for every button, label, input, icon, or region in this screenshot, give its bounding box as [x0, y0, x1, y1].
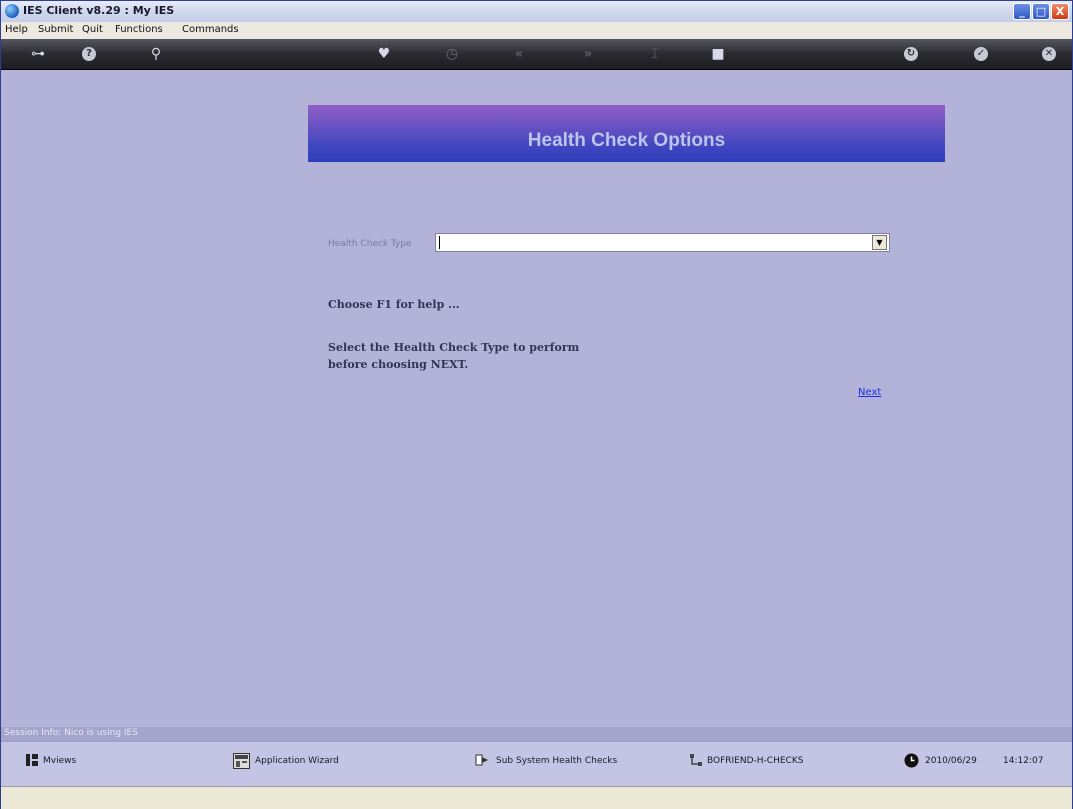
app-logo-icon	[5, 4, 19, 18]
refresh-icon[interactable]: ↻	[904, 47, 918, 61]
instruction-line-2: before choosing NEXT.	[328, 358, 469, 371]
session-info-bar: Session Info: Nico is using IES	[1, 727, 1072, 741]
search-icon[interactable]: ⚲	[147, 45, 165, 63]
menu-functions[interactable]: Functions	[115, 24, 163, 35]
minimize-button[interactable]: _	[1013, 3, 1031, 20]
maximize-button[interactable]: □	[1032, 3, 1050, 20]
stop-icon[interactable]: ■	[709, 45, 727, 63]
flow-icon	[690, 754, 702, 766]
rewind-icon[interactable]: «	[510, 45, 528, 63]
clock-icon[interactable]: ◷	[443, 45, 461, 63]
date-display: 2010/06/29	[925, 756, 977, 766]
time-display: 14:12:07	[1003, 756, 1044, 766]
session-info: Session Info: Nico is using IES	[4, 728, 138, 738]
health-check-type-label: Health Check Type	[328, 239, 412, 249]
health-check-type-select[interactable]	[435, 233, 890, 252]
grid-icon	[26, 754, 38, 766]
arrow-icon	[475, 754, 488, 766]
taskbar-item-application-wizard[interactable]: Application Wizard	[255, 756, 339, 766]
key-icon[interactable]: ⊶	[25, 45, 51, 63]
help-icon[interactable]: ?	[82, 47, 96, 61]
menu-bar: Help Submit Quit Functions Commands	[1, 22, 1072, 40]
taskbar-item-sub-system-health-checks[interactable]: Sub System Health Checks	[496, 756, 617, 766]
toolbar: ⊶ ? ⚲ ♥ ◷ « » ⌶ ■ ↻ ✓ ✕	[1, 39, 1072, 70]
clock-icon	[904, 753, 919, 768]
close-window-button[interactable]: X	[1051, 3, 1069, 20]
chevron-down-icon[interactable]: ▼	[872, 235, 887, 250]
menu-quit[interactable]: Quit	[82, 24, 103, 35]
menu-help[interactable]: Help	[5, 24, 28, 35]
close-icon[interactable]: ✕	[1042, 47, 1056, 61]
taskbar: Mviews Application Wizard Sub System Hea…	[1, 741, 1072, 786]
app-window: IES Client v8.29 : My IES _ □ X Help Sub…	[0, 0, 1073, 809]
help-hint: Choose F1 for help ...	[328, 298, 460, 311]
wizard-icon	[233, 753, 250, 769]
status-bar	[1, 786, 1072, 809]
title-bar[interactable]: IES Client v8.29 : My IES _ □ X	[1, 1, 1072, 23]
text-caret	[439, 236, 440, 249]
fast-forward-icon[interactable]: »	[579, 45, 597, 63]
menu-submit[interactable]: Submit	[38, 24, 73, 35]
next-link[interactable]: Next	[858, 387, 881, 398]
taskbar-item-bofriend-h-checks[interactable]: BOFRIEND-H-CHECKS	[707, 756, 803, 766]
filter-icon[interactable]: ⌶	[646, 45, 664, 63]
header-banner: Health Check Options	[308, 105, 945, 162]
check-icon[interactable]: ✓	[974, 47, 988, 61]
menu-commands[interactable]: Commands	[182, 24, 239, 35]
page-title: Health Check Options	[527, 130, 726, 151]
window-title: IES Client v8.29 : My IES	[23, 4, 175, 17]
taskbar-item-mviews[interactable]: Mviews	[43, 756, 76, 766]
instruction-line-1: Select the Health Check Type to perform	[328, 341, 580, 354]
heart-icon[interactable]: ♥	[375, 45, 393, 63]
